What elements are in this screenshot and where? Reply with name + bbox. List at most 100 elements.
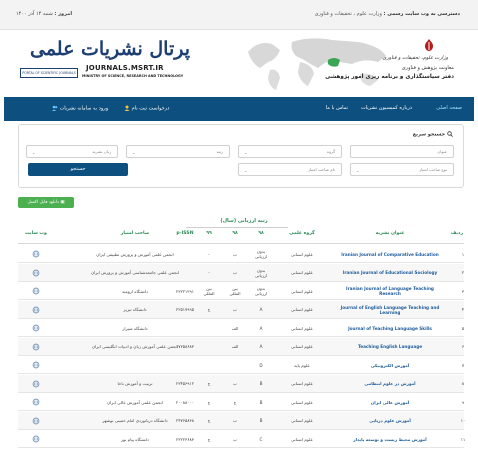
journal-title[interactable]: Iranian Journal of Comparative Education xyxy=(335,245,445,263)
row-number: ۷ xyxy=(461,362,465,368)
website-link[interactable] xyxy=(24,301,48,319)
col-header-row: ردیف xyxy=(450,231,464,236)
group-placeholder: گروه xyxy=(326,149,335,154)
website-link[interactable] xyxy=(24,338,48,356)
rank-99: ج xyxy=(207,307,211,312)
rank-select[interactable]: رتبه ⌄ xyxy=(126,145,230,158)
publisher: دانشگاه پیام نور xyxy=(120,436,150,442)
nav-home[interactable]: صفحه اصلی xyxy=(436,105,462,111)
journal-title[interactable]: Journal of English Language Teaching and… xyxy=(335,301,445,319)
table-head-line xyxy=(18,243,464,244)
journal-title[interactable]: Teaching English Language xyxy=(335,338,445,356)
journal-title[interactable]: Iranian Journal of Language Teaching Res… xyxy=(335,282,445,300)
table-row: ۷ آموزش الکترونیکی علوم پایه D xyxy=(18,356,464,374)
col-header-98: ۹۸ xyxy=(258,231,264,236)
rank-99 xyxy=(200,338,218,356)
subject-input[interactable]: عنوان xyxy=(350,145,454,158)
users-icon xyxy=(52,105,58,111)
rank-99: ج xyxy=(207,436,211,442)
col-header-pissn: p-ISSN xyxy=(176,231,194,236)
journal-title[interactable]: Iranian Journal of Educational Sociology xyxy=(335,264,445,282)
rank-98: D xyxy=(259,362,263,368)
world-map-image xyxy=(240,32,390,94)
globe-link-icon xyxy=(32,380,40,387)
journal-title[interactable]: آموزش الکترونیکی xyxy=(335,356,445,374)
journal-title[interactable]: آموزش عالی ایران xyxy=(335,393,445,411)
publisher: انجمن علمی آموزش زبان و ادبیات انگلیسی ا… xyxy=(91,344,179,349)
website-link[interactable] xyxy=(24,282,48,300)
rank-98: B xyxy=(259,399,263,405)
journal-title[interactable]: Journal of Teaching Language Skills xyxy=(335,319,445,337)
excel-icon: ▣ xyxy=(60,200,65,205)
publisher xyxy=(75,356,195,374)
rank-98b: الف xyxy=(231,325,239,331)
evaluation-rank-header: رتبه ارزیابی (سال) xyxy=(220,218,268,224)
website-link[interactable] xyxy=(24,375,48,393)
globe-link-icon xyxy=(32,287,40,295)
scientific-group: علوم انسانی xyxy=(291,344,313,349)
nav-about[interactable]: درباره کمیسیون نشریات xyxy=(361,105,412,111)
journal-title[interactable]: آموزش علوم دریایی xyxy=(335,412,445,430)
nav-login-label: ورود به سامانه نشریات xyxy=(59,105,109,112)
journal-title[interactable]: آموزش محیط زیست و توسعه پایدار xyxy=(335,430,445,448)
nav-register[interactable]: درخواست ثبت نام xyxy=(122,105,169,112)
nav-contact[interactable]: تماس با ما xyxy=(326,105,348,111)
journal-title[interactable]: آموزش در علوم انتظامی xyxy=(335,375,445,393)
rank-98b: الف xyxy=(231,344,239,349)
publisher: انجمن علمی آموزش عالی ایران xyxy=(107,399,163,405)
rank-98b xyxy=(226,356,244,374)
owner-type-select[interactable]: نوع صاحب امتیاز ⌄ xyxy=(350,163,454,176)
scientific-group: علوم انسانی xyxy=(291,325,313,331)
search-title: جستجو سریع xyxy=(413,131,453,138)
rank-98b: بین المللی xyxy=(229,286,241,296)
portal-en-label: PORTAL OF SCIENTIFIC JOURNALS xyxy=(20,68,78,78)
search-button[interactable]: جستجو xyxy=(28,163,128,176)
globe-link-icon xyxy=(32,269,40,276)
publisher: دانشگاه ارومیه xyxy=(122,288,149,294)
globe-link-icon xyxy=(32,250,40,258)
nav-login[interactable]: ورود به سامانه نشریات xyxy=(50,105,108,112)
rank-98b: ب xyxy=(233,270,237,275)
scientific-group: علوم پایه xyxy=(294,362,310,368)
table-row: ۹ آموزش عالی ایران علوم انسانی B ج ج ۲۰۰۸۸۰۰۰ ا… xyxy=(18,393,464,411)
rank-99: - xyxy=(208,270,210,275)
website-link[interactable] xyxy=(24,430,48,448)
access-link[interactable]: وزارت علوم ، تحقیقات و فناوری xyxy=(315,11,382,17)
table-row: ۴ Journal of English Language Teaching an… xyxy=(18,300,464,319)
ministry-calligraphy: وزارت علوم، تحقیقات و فناوری xyxy=(382,55,448,61)
globe-link-icon xyxy=(32,435,40,443)
publisher: دانشگاه شیراز xyxy=(122,325,148,331)
language-select[interactable]: زبان نشریه ⌄ xyxy=(26,145,118,158)
globe-link-icon xyxy=(32,306,40,313)
website-link[interactable] xyxy=(24,356,48,374)
globe-link-icon xyxy=(32,324,40,332)
download-excel-button[interactable]: دانلود فایل اکسل ▣ xyxy=(18,197,74,208)
website-link[interactable] xyxy=(24,319,48,337)
date-display: امروز : شنبه ۱۴ آذر ۱۴۰۰ xyxy=(16,11,72,17)
table-row: ۵ Journal of Teaching Language Skills علوم… xyxy=(18,319,464,337)
col-header-group: گروه علمی xyxy=(289,231,315,236)
date-value: شنبه ۱۴ آذر ۱۴۰۰ xyxy=(16,11,53,17)
owner-name-select[interactable]: نام صاحب امتیاز ⌄ xyxy=(238,163,342,176)
website-link[interactable] xyxy=(24,264,48,282)
owner-type-placeholder: نوع صاحب امتیاز xyxy=(419,167,447,172)
rank-98: B xyxy=(259,418,263,423)
website-link[interactable] xyxy=(24,393,48,411)
access-label: دسترسی به وب سایت رسمی : xyxy=(383,11,460,17)
publisher: انجمن علمی جامعه‌شناسی آموزش و پرورش ایر… xyxy=(90,270,180,275)
col-header-title: عنوان نشریه xyxy=(375,231,405,236)
portal-title: پرتال نشریات علمی xyxy=(29,38,190,60)
scientific-group: علوم انسانی xyxy=(291,381,313,386)
group-select[interactable]: گروه ⌄ xyxy=(238,145,342,158)
row-number: ۵ xyxy=(461,325,465,331)
deputy-label: معاونت پژوهش و فناوری xyxy=(401,65,454,71)
table-row: ۶ Teaching English Language علوم انسانی A ال… xyxy=(18,337,464,356)
website-link[interactable] xyxy=(24,412,48,430)
website-link[interactable] xyxy=(24,245,48,263)
globe-link-icon xyxy=(32,361,40,369)
scientific-group: علوم انسانی xyxy=(291,251,313,257)
rank-placeholder: رتبه xyxy=(216,149,223,154)
table-row: ۱۱ آموزش محیط زیست و توسعه پایدار علوم انس… xyxy=(18,430,465,448)
rank-98: بدون ارزیابی xyxy=(254,249,268,259)
official-site-access[interactable]: دسترسی به وب سایت رسمی : وزارت علوم ، تح… xyxy=(315,11,460,17)
